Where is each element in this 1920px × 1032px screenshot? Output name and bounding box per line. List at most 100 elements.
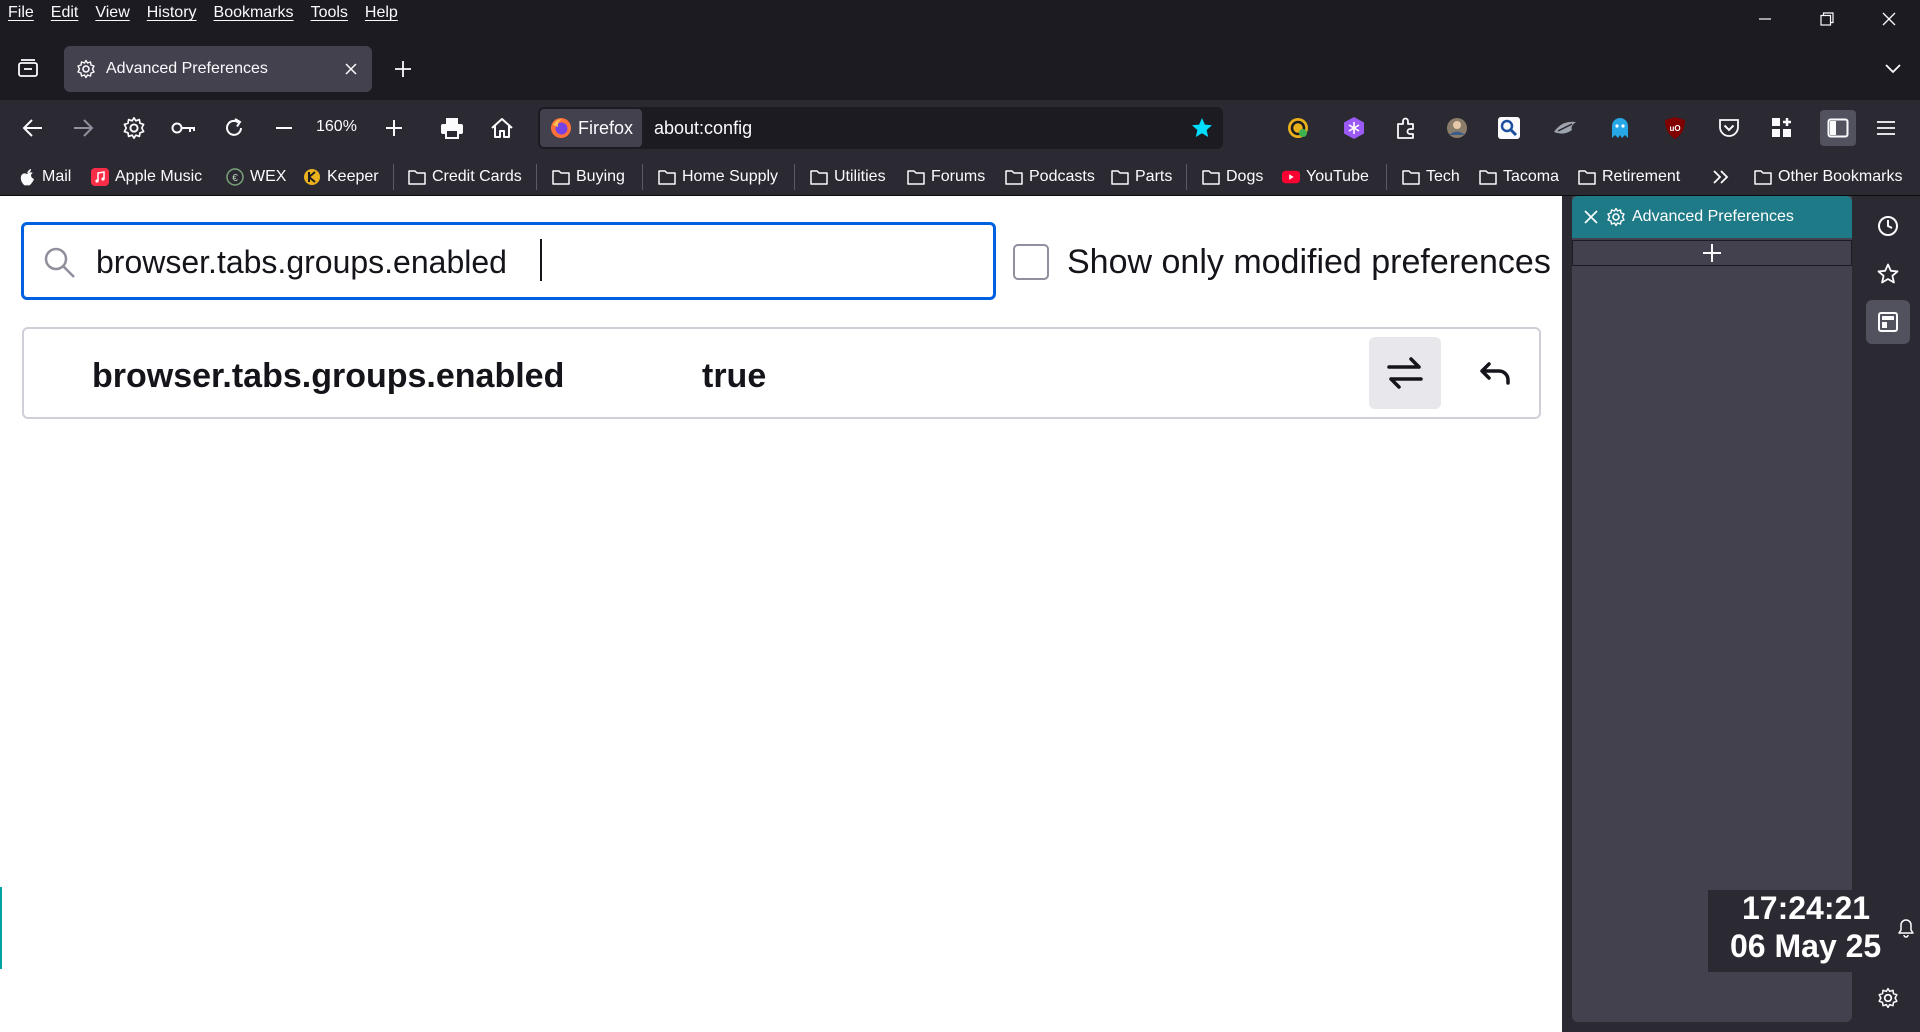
zoom-in-button[interactable] — [376, 110, 412, 146]
tabs-sidebar-button[interactable] — [1866, 300, 1910, 344]
back-button[interactable] — [15, 110, 51, 146]
folder-icon — [1402, 168, 1420, 186]
bookmark-star-button[interactable] — [1189, 115, 1215, 141]
gear-icon — [77, 59, 95, 79]
menu-history[interactable]: History — [147, 4, 197, 22]
bookmarks-overflow-button[interactable] — [1712, 165, 1736, 189]
folder-icon — [1005, 168, 1023, 186]
extension-bird-button[interactable] — [1549, 112, 1581, 144]
bookmark-folder-buying[interactable]: Buying — [552, 165, 625, 189]
preferences-table: browser.tabs.groups.enabled true — [22, 327, 1541, 419]
bookmark-folder-home-supply[interactable]: Home Supply — [658, 165, 778, 189]
show-modified-checkbox[interactable] — [1013, 244, 1049, 280]
home-icon — [491, 118, 513, 138]
sidebar-tab-advanced-preferences[interactable]: Advanced Preferences — [1572, 196, 1852, 238]
zoom-out-button[interactable] — [266, 110, 302, 146]
tab-advanced-preferences[interactable]: Advanced Preferences — [64, 46, 372, 92]
bookmark-folder-tacoma[interactable]: Tacoma — [1479, 165, 1559, 189]
bookmark-separator — [794, 164, 795, 190]
menu-view[interactable]: View — [95, 4, 129, 22]
menu-help[interactable]: Help — [365, 4, 398, 22]
extension-grid-button[interactable] — [1766, 112, 1798, 144]
bookmark-apple-music[interactable]: Apple Music — [91, 165, 202, 189]
bird-extension-icon — [1554, 121, 1576, 134]
close-window-button[interactable] — [1858, 0, 1920, 38]
passwords-button[interactable] — [166, 110, 202, 146]
address-bar[interactable]: Firefox about:config — [538, 107, 1223, 149]
list-all-tabs-button[interactable] — [1878, 54, 1908, 84]
extension-search-button[interactable] — [1493, 112, 1525, 144]
hexagon-extension-icon — [1344, 117, 1364, 139]
search-box[interactable] — [21, 222, 996, 300]
bookmark-keeper[interactable]: Keeper — [303, 165, 379, 189]
history-button[interactable] — [1866, 204, 1910, 248]
extension-keeper-button[interactable] — [1282, 112, 1314, 144]
tab-close-button[interactable] — [336, 54, 366, 84]
bookmark-folder-dogs[interactable]: Dogs — [1202, 165, 1263, 189]
reload-button[interactable] — [216, 110, 252, 146]
bookmark-folder-utilities[interactable]: Utilities — [810, 165, 886, 189]
tab-title: Advanced Preferences — [106, 60, 268, 77]
undo-icon — [1480, 362, 1510, 385]
identity-box[interactable]: Firefox — [540, 109, 642, 147]
customize-sidebar-button[interactable] — [1866, 976, 1910, 1020]
bookmark-label: Apple Music — [115, 168, 203, 185]
sidebar-new-tab-button[interactable] — [1572, 240, 1852, 266]
minimize-icon — [1759, 18, 1771, 20]
bookmark-folder-other-bookmarks[interactable]: Other Bookmarks — [1754, 165, 1902, 189]
bookmark-mail[interactable]: Mail — [18, 165, 71, 189]
bookmark-label: Other Bookmarks — [1778, 168, 1903, 185]
toggle-button[interactable] — [1369, 337, 1441, 409]
restore-button[interactable] — [1796, 0, 1858, 38]
page-content: Show only modified preferences browser.t… — [0, 196, 1562, 1032]
hamburger-menu-icon — [1877, 121, 1895, 135]
menu-edit[interactable]: Edit — [51, 4, 79, 22]
bell-icon[interactable] — [1896, 918, 1916, 938]
menu-bookmarks[interactable]: Bookmarks — [214, 4, 294, 22]
bookmark-folder-credit-cards[interactable]: Credit Cards — [408, 165, 522, 189]
bookmark-folder-tech[interactable]: Tech — [1402, 165, 1460, 189]
new-tab-button[interactable] — [388, 54, 418, 84]
menu-tools[interactable]: Tools — [311, 4, 348, 22]
settings-button[interactable] — [116, 110, 152, 146]
reload-icon — [226, 118, 242, 136]
reset-button[interactable] — [1460, 337, 1532, 409]
extension-ublock-button[interactable]: uO — [1659, 112, 1691, 144]
bookmark-folder-retirement[interactable]: Retirement — [1578, 165, 1680, 189]
bookmark-wex[interactable]: € WEX — [226, 165, 286, 189]
bookmark-folder-parts[interactable]: Parts — [1111, 165, 1172, 189]
search-input[interactable] — [96, 239, 976, 285]
bookmarks-sidebar-button[interactable] — [1866, 252, 1910, 296]
folder-icon — [1578, 168, 1596, 186]
url-text[interactable]: about:config — [654, 118, 752, 139]
print-button[interactable] — [434, 110, 470, 146]
bookmark-folder-forums[interactable]: Forums — [907, 165, 985, 189]
show-modified-label[interactable]: Show only modified preferences — [1067, 243, 1551, 282]
folder-icon — [1479, 168, 1497, 186]
extension-purple-button[interactable] — [1338, 112, 1370, 144]
close-icon[interactable] — [1584, 210, 1598, 224]
extensions-button[interactable] — [1390, 112, 1422, 144]
grid-extension-icon — [1772, 118, 1791, 137]
bookmark-label: Parts — [1135, 168, 1173, 185]
pocket-button[interactable] — [1713, 112, 1745, 144]
printer-icon — [441, 118, 463, 139]
sidebar-toggle-button[interactable] — [1820, 110, 1856, 146]
firefox-view-button[interactable] — [12, 52, 44, 84]
app-menu-button[interactable] — [1870, 112, 1902, 144]
menu-file[interactable]: File — [8, 4, 34, 22]
extension-ghost-button[interactable] — [1604, 112, 1636, 144]
bookmark-label: Retirement — [1602, 168, 1681, 185]
zoom-reset-button[interactable]: 160% — [316, 118, 357, 136]
bookmark-youtube[interactable]: YouTube — [1282, 165, 1369, 189]
tab-panel-icon — [1878, 312, 1898, 332]
bookmark-label: Utilities — [834, 168, 886, 185]
gear-icon — [123, 116, 145, 140]
minimize-button[interactable] — [1734, 0, 1796, 38]
forward-button[interactable] — [65, 110, 101, 146]
text-caret — [540, 239, 542, 281]
bookmark-folder-podcasts[interactable]: Podcasts — [1005, 165, 1095, 189]
folder-icon — [1202, 168, 1220, 186]
extension-avatar-button[interactable] — [1441, 112, 1473, 144]
home-button[interactable] — [484, 110, 520, 146]
